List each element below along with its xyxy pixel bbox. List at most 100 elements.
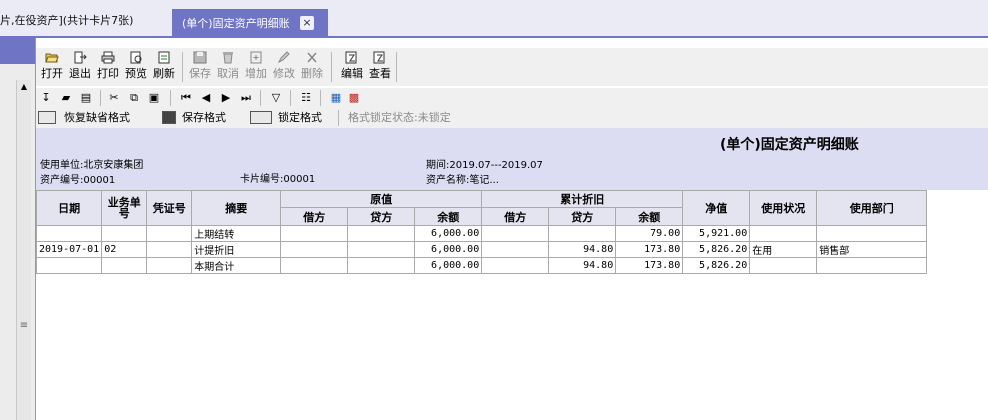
cell-original-balance[interactable]: 6,000.00 <box>414 257 483 274</box>
preview-button[interactable]: 预览 <box>122 50 150 84</box>
first-record-icon[interactable]: ⏮ <box>178 90 194 106</box>
add-button[interactable]: 增加 <box>242 50 270 84</box>
last-record-icon[interactable]: ⏭ <box>238 90 254 106</box>
print-button[interactable]: 打印 <box>94 50 122 84</box>
cell-dep-credit[interactable]: 94.80 <box>548 257 617 274</box>
cell-dep-debit[interactable] <box>481 257 550 274</box>
cell-dep-balance[interactable]: 79.00 <box>615 225 684 242</box>
cell-summary[interactable]: 上期结转 <box>191 225 282 242</box>
edit-button[interactable]: 编辑 <box>338 50 366 84</box>
view-icon <box>373 51 385 64</box>
exit-icon <box>74 51 87 64</box>
cell-net-value[interactable]: 5,921.00 <box>682 225 751 242</box>
cell-original-debit[interactable] <box>280 257 349 274</box>
refresh-button[interactable]: 刷新 <box>150 50 178 84</box>
lock-format-button[interactable]: 锁定格式 <box>250 110 334 126</box>
left-scrollbar[interactable]: ▲ ≡ <box>16 80 31 420</box>
cell-dep-credit[interactable] <box>548 225 617 242</box>
toolbar-separator <box>290 90 291 106</box>
cell-department[interactable] <box>816 225 928 242</box>
cell-department[interactable]: 销售部 <box>816 241 928 258</box>
cell-dep-debit[interactable] <box>481 241 550 258</box>
save-button[interactable]: 保存 <box>186 50 214 84</box>
cell-usage-status[interactable] <box>749 257 818 274</box>
paste-icon[interactable]: ▣ <box>146 90 162 106</box>
header-dep-balance: 余额 <box>615 207 684 226</box>
save-format-button[interactable]: 保存格式 <box>162 110 252 126</box>
using-unit: 使用单位:北京安康集团 <box>40 160 144 171</box>
cell-summary[interactable]: 本期合计 <box>191 257 282 274</box>
cell-doc-no[interactable]: 02 <box>101 241 148 258</box>
save-format-icon <box>162 111 176 124</box>
cell-original-balance[interactable]: 6,000.00 <box>414 225 483 242</box>
toolbar-separator <box>338 110 339 126</box>
cell-voucher[interactable] <box>146 257 193 274</box>
cancel-button[interactable]: 取消 <box>214 50 242 84</box>
header-accumulated-depreciation: 累计折旧 <box>481 190 684 208</box>
table-row[interactable]: 上期结转 6,000.00 79.00 5,921.00 <box>35 225 928 242</box>
cell-doc-no[interactable] <box>101 225 148 242</box>
cell-dep-credit[interactable]: 94.80 <box>548 241 617 258</box>
cell-original-credit[interactable] <box>347 257 416 274</box>
delete-x-icon <box>307 52 317 63</box>
cell-original-debit[interactable] <box>280 225 349 242</box>
cell-original-credit[interactable] <box>347 241 416 258</box>
cell-date[interactable] <box>35 257 103 274</box>
tab-strip: 片,在役资产](共计卡片7张) (单个)固定资产明细账 × <box>0 0 988 38</box>
table-row[interactable]: 2019-07-01 02 计提折旧 6,000.00 94.80 173.80… <box>35 241 928 258</box>
pencil-icon <box>277 51 290 64</box>
restore-default-format-button[interactable]: 恢复缺省格式 <box>38 110 158 126</box>
cell-doc-no[interactable] <box>101 257 148 274</box>
modify-button[interactable]: 修改 <box>270 50 298 84</box>
cell-dep-balance[interactable]: 173.80 <box>615 241 684 258</box>
scroll-up-icon[interactable]: ▲ <box>17 80 31 94</box>
previous-record-icon[interactable]: ◀ <box>198 90 214 106</box>
cell-original-credit[interactable] <box>347 225 416 242</box>
filter-sheet-icon[interactable]: ▤ <box>78 90 94 106</box>
tab-asset-list[interactable]: 片,在役资产](共计卡片7张) <box>0 6 143 36</box>
close-icon[interactable]: × <box>300 16 314 30</box>
view-label: 查看 <box>369 67 391 80</box>
view-button[interactable]: 查看 <box>366 50 394 84</box>
asset-name: 资产名称:笔记... <box>426 175 499 186</box>
calculator-icon[interactable]: ▦ <box>328 90 344 106</box>
cell-department[interactable] <box>816 257 928 274</box>
grid-layout-icon[interactable]: ▩ <box>346 90 362 106</box>
cell-date[interactable] <box>35 225 103 242</box>
eraser-icon[interactable]: ▰ <box>58 90 74 106</box>
next-record-icon[interactable]: ▶ <box>218 90 234 106</box>
delete-button[interactable]: 删除 <box>298 50 326 84</box>
refresh-icon <box>158 51 170 64</box>
preview-icon <box>130 51 142 64</box>
cell-original-balance[interactable]: 6,000.00 <box>414 241 483 258</box>
cell-summary[interactable]: 计提折旧 <box>191 241 282 258</box>
copy-icon[interactable]: ⧉ <box>126 90 142 106</box>
save-format-label: 保存格式 <box>182 111 226 124</box>
open-button[interactable]: 打开 <box>38 50 66 84</box>
format-table-icon[interactable]: ☷ <box>298 90 314 106</box>
cell-dep-balance[interactable]: 173.80 <box>615 257 684 274</box>
grid-toolbar: ↧ ▰ ▤ ✂ ⧉ ▣ ⏮ ◀ ▶ ⏭ ▽ ☷ ▦ ▩ <box>36 88 988 108</box>
cut-icon[interactable]: ✂ <box>106 90 122 106</box>
cell-original-debit[interactable] <box>280 241 349 258</box>
report-header: (单个)固定资产明细账 使用单位:北京安康集团 期间:2019.07---201… <box>36 128 988 190</box>
cell-date[interactable]: 2019-07-01 <box>35 241 103 258</box>
cell-dep-debit[interactable] <box>481 225 550 242</box>
toolbar-separator <box>320 90 321 106</box>
scroll-grip-icon[interactable]: ≡ <box>19 320 29 332</box>
toolbar-separator <box>100 90 101 106</box>
preview-label: 预览 <box>125 67 147 80</box>
tab-asset-detail-ledger[interactable]: (单个)固定资产明细账 × <box>172 9 328 38</box>
exit-button[interactable]: 退出 <box>66 50 94 84</box>
header-date: 日期 <box>35 190 103 226</box>
cell-usage-status[interactable]: 在用 <box>749 241 818 258</box>
cell-usage-status[interactable] <box>749 225 818 242</box>
filter-icon[interactable]: ▽ <box>268 90 284 106</box>
cell-net-value[interactable]: 5,826.20 <box>682 241 751 258</box>
column-adjust-icon[interactable]: ↧ <box>38 90 54 106</box>
cell-net-value[interactable]: 5,826.20 <box>682 257 751 274</box>
header-summary: 摘要 <box>191 190 282 226</box>
cell-voucher[interactable] <box>146 241 193 258</box>
cell-voucher[interactable] <box>146 225 193 242</box>
table-row[interactable]: 本期合计 6,000.00 94.80 173.80 5,826.20 <box>35 257 928 274</box>
